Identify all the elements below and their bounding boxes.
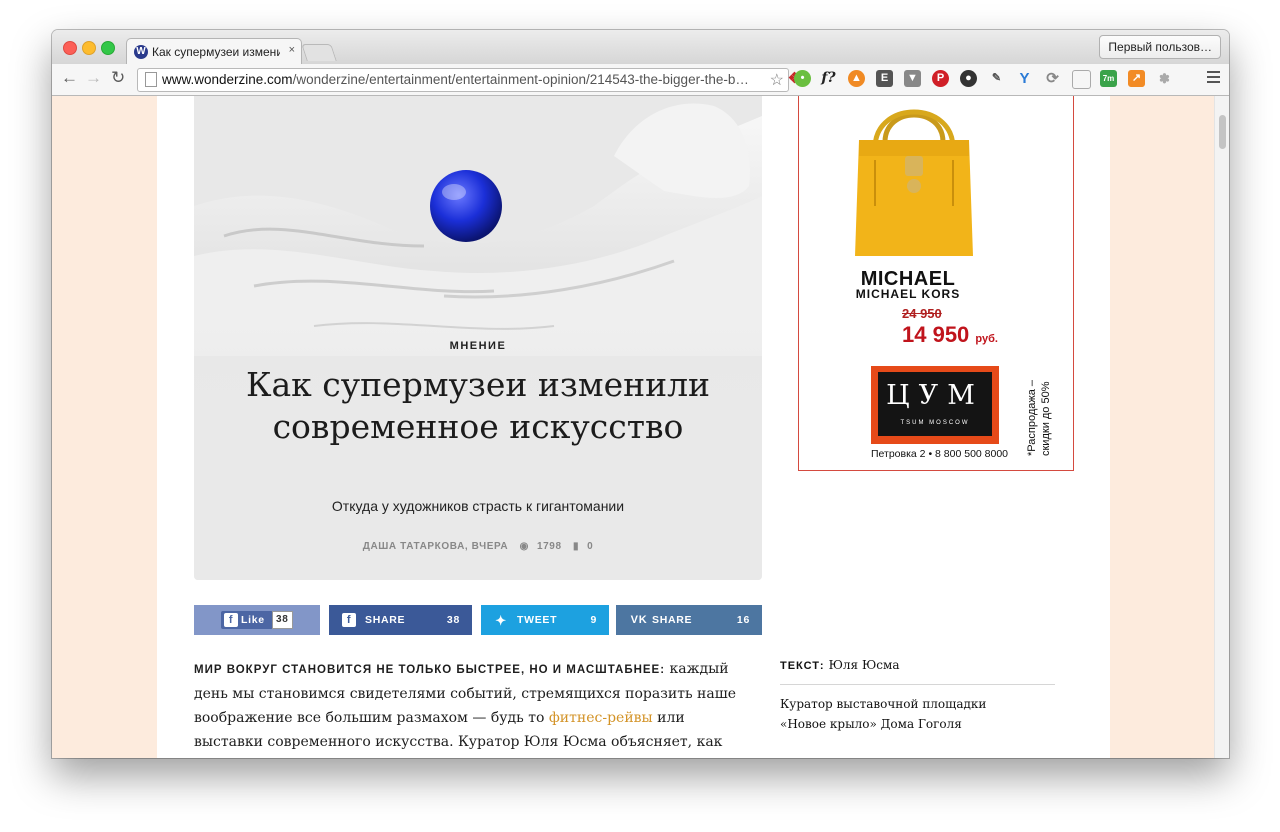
url-text: www.wonderzine.com/wonderzine/entertainm… [162, 72, 749, 87]
tsum-logo-sub: TSUM MOSCOW [900, 420, 970, 426]
pinterest-icon[interactable]: P [932, 70, 949, 87]
back-arrow-icon[interactable]: ← [61, 68, 78, 88]
fitness-raves-link[interactable]: фитнес-рейвы [549, 710, 653, 726]
vk-share-label: SHARE [652, 614, 693, 626]
green-circle-icon[interactable]: • [794, 70, 811, 87]
tweet-count: 9 [590, 614, 597, 626]
paw-icon[interactable]: ✽ [1156, 70, 1173, 87]
like-count: 38 [272, 611, 293, 629]
zoom-window-button[interactable] [101, 41, 115, 55]
address-bar[interactable]: www.wonderzine.com/wonderzine/entertainm… [137, 68, 789, 92]
refresh-circle-icon[interactable]: ⟳ [1044, 70, 1061, 87]
article-subtitle: Откуда у художников страсть к гигантоман… [331, 498, 625, 514]
f-icon[interactable]: f? [820, 70, 837, 87]
menu-icon[interactable] [1207, 71, 1220, 86]
vk-share-count: 16 [736, 614, 750, 626]
category-kicker[interactable]: МНЕНИЕ [194, 340, 762, 352]
views-icon: ◉ [519, 541, 529, 552]
scrollbar-thumb[interactable] [1219, 115, 1226, 149]
author-description: Куратор выставочной площадки «Новое крыл… [780, 697, 987, 731]
vk-share-button[interactable]: VK SHARE 16 [616, 605, 762, 635]
page-content: МНЕНИЕ Как супермузеи изменили современн… [157, 96, 1110, 758]
minimize-window-button[interactable] [82, 41, 96, 55]
forward-arrow-icon[interactable]: → [85, 68, 102, 88]
ad-old-price: 24 950 [902, 306, 942, 321]
7m-icon[interactable]: 7m [1100, 70, 1117, 87]
ad-brand-sub: MICHAEL KORS [855, 287, 961, 301]
reload-icon[interactable]: ↻ [111, 68, 125, 88]
ad-new-price: 14 950 руб. [902, 322, 998, 347]
camera-icon[interactable]: ● [960, 70, 977, 87]
evernote-icon[interactable]: E [876, 70, 893, 87]
facebook-share-count: 38 [446, 614, 460, 626]
comments-icon: ▮ [573, 541, 580, 552]
article-meta: ДАША ТАТАРКОВА, ВЧЕРА ◉ 1798 ▮ 0 [194, 541, 762, 552]
eyedropper-icon[interactable]: ✎ [988, 70, 1005, 87]
page-icon [145, 72, 157, 87]
y-icon[interactable]: Y [1016, 70, 1033, 87]
article-headline: Как супермузеи изменили современное иску… [245, 365, 711, 446]
ad-sale-note: *Распродажа – скидки до 50% [1026, 379, 1052, 456]
twitter-bird-icon: ✦ [495, 613, 507, 628]
author-label: ТЕКСТ: Юля Юсма [780, 658, 900, 672]
facebook-share-button[interactable]: f SHARE 38 [329, 605, 472, 635]
facebook-share-label: SHARE [365, 614, 406, 626]
facebook-icon: f [224, 613, 238, 627]
sidebar-divider [780, 684, 1055, 685]
tsum-logo: ЦУМ TSUM MOSCOW [871, 366, 999, 444]
article-body: МИР ВОКРУГ СТАНОВИТСЯ НЕ ТОЛЬКО БЫСТРЕЕ,… [194, 657, 754, 758]
tab-title: Как супермузеи изменили [152, 45, 280, 59]
chart-icon[interactable]: ↗ [1128, 70, 1145, 87]
page-viewport: МНЕНИЕ Как супермузеи изменили современн… [52, 96, 1229, 758]
ad-address: Петровка 2 • 8 800 500 8000 [871, 448, 1009, 460]
profile-button[interactable]: Первый пользов… [1099, 35, 1221, 59]
vertical-scrollbar[interactable] [1214, 96, 1229, 758]
like-label: Like [241, 614, 265, 626]
tsum-logo-text: ЦУМ [886, 380, 984, 411]
flame-icon[interactable]: ▲ [848, 70, 865, 87]
author-date[interactable]: ДАША ТАТАРКОВА, ВЧЕРА [363, 541, 509, 552]
comments-count[interactable]: 0 [587, 541, 593, 552]
vk-icon: VK [630, 614, 648, 626]
bookmark-star-icon[interactable]: ☆ [770, 70, 784, 90]
tweet-label: TWEET [517, 614, 558, 626]
pocket-icon[interactable]: ▼ [904, 70, 921, 87]
article-lead: МИР ВОКРУГ СТАНОВИТСЯ НЕ ТОЛЬКО БЫСТРЕЕ,… [194, 664, 666, 676]
close-window-button[interactable] [63, 41, 77, 55]
browser-window: W Как супермузеи изменили × Первый польз… [52, 30, 1229, 758]
views-count: 1798 [536, 541, 562, 552]
hero-image[interactable]: МНЕНИЕ Как супермузеи изменили современн… [194, 96, 762, 580]
reader-icon[interactable] [1072, 70, 1091, 89]
facebook-like-button[interactable]: f Like 38 [194, 605, 320, 635]
michael-kors-ad[interactable]: MICHAEL MICHAEL KORS 24 950 14 950 руб. … [798, 96, 1074, 471]
author-name: Юля Юсма [828, 658, 900, 672]
facebook-icon: f [342, 613, 356, 627]
twitter-tweet-button[interactable]: ✦ TWEET 9 [481, 605, 609, 635]
yellow-handbag-image [855, 109, 973, 256]
tab-active[interactable]: W Как супермузеи изменили × [126, 38, 302, 65]
browser-toolbar: ← → ↻ www.wonderzine.com/wonderzine/ente… [52, 64, 1229, 96]
tab-close-icon[interactable]: × [289, 44, 295, 56]
new-tab-button[interactable] [301, 44, 337, 61]
wonderzine-favicon-icon: W [134, 45, 148, 59]
tab-strip: W Как супермузеи изменили × Первый польз… [52, 30, 1229, 65]
